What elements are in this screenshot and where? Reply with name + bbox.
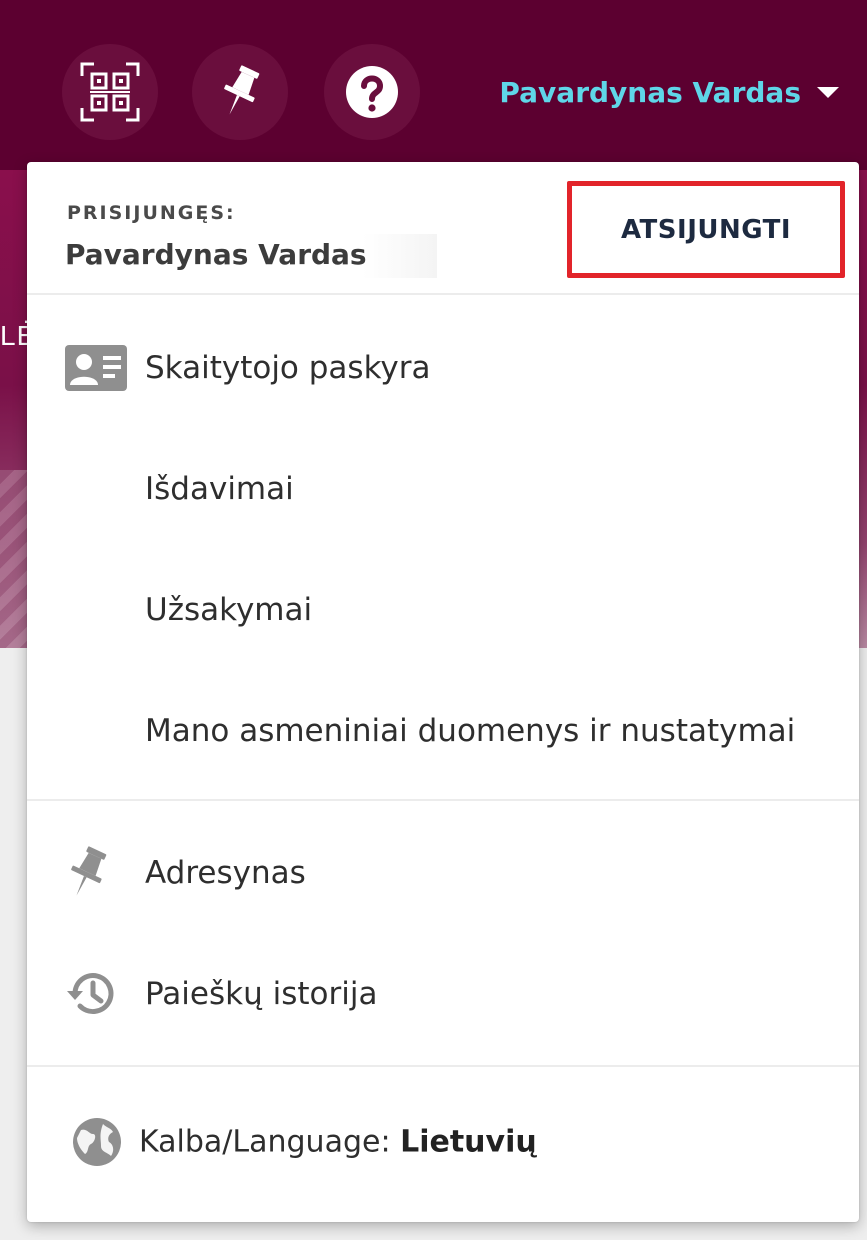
pushpin-icon [224,65,260,115]
logged-in-label: PRISIJUNGĘS: [67,202,236,224]
language-section: Kalba/Language: Lietuvių [27,1067,859,1220]
qr-code-button[interactable] [62,44,158,140]
pushpin-icon [65,846,109,900]
menu-item-personal-data-settings[interactable]: Mano asmeniniai duomenys ir nustatymai [27,686,859,776]
question-circle-icon [346,66,398,118]
menu-item-loans[interactable]: Išdavimai [27,444,859,534]
menu-item-label: Užsakymai [145,592,313,628]
language-prefix: Kalba/Language: [139,1124,401,1160]
user-name: Pavardynas Vardas [499,76,801,109]
highlight-frame: ATSIJUNGTI [567,181,845,278]
menu-item-language[interactable]: Kalba/Language: Lietuvių [27,1097,859,1187]
menu-item-search-history[interactable]: Paieškų istorija [27,949,859,1039]
qr-code-icon [80,62,140,122]
menu-item-label: Paieškų istorija [145,976,378,1012]
logout-button[interactable]: ATSIJUNGTI [576,190,836,269]
logged-in-user-name: Pavardynas Vardas [65,234,437,278]
dropdown-header: PRISIJUNGĘS: Pavardynas Vardas ATSIJUNGT… [27,162,859,295]
account-section: Skaitytojo paskyra Išdavimai Užsakymai M… [27,295,859,801]
tools-section: Adresynas Paieškų istorija [27,801,859,1067]
id-card-icon [65,345,127,391]
user-menu-toggle[interactable]: Pavardynas Vardas [499,76,839,109]
menu-item-orders[interactable]: Užsakymai [27,565,859,655]
hero-decoration [0,470,30,650]
chevron-down-icon [817,87,839,98]
language-label: Kalba/Language: Lietuvių [139,1125,537,1160]
menu-item-label: Adresynas [145,855,306,891]
language-value: Lietuvių [400,1124,537,1160]
menu-item-label: Išdavimai [145,471,294,507]
pushpin-button[interactable] [192,44,288,140]
top-navigation-bar: Pavardynas Vardas [0,0,867,170]
history-icon [65,969,117,1019]
help-button[interactable] [324,44,420,140]
user-dropdown-menu: PRISIJUNGĘS: Pavardynas Vardas ATSIJUNGT… [27,162,859,1222]
globe-icon [71,1116,123,1168]
menu-item-label: Mano asmeniniai duomenys ir nustatymai [145,713,796,749]
menu-item-reader-account[interactable]: Skaitytojo paskyra [27,323,859,413]
menu-item-bookmarks[interactable]: Adresynas [27,828,859,918]
menu-item-label: Skaitytojo paskyra [145,350,431,386]
